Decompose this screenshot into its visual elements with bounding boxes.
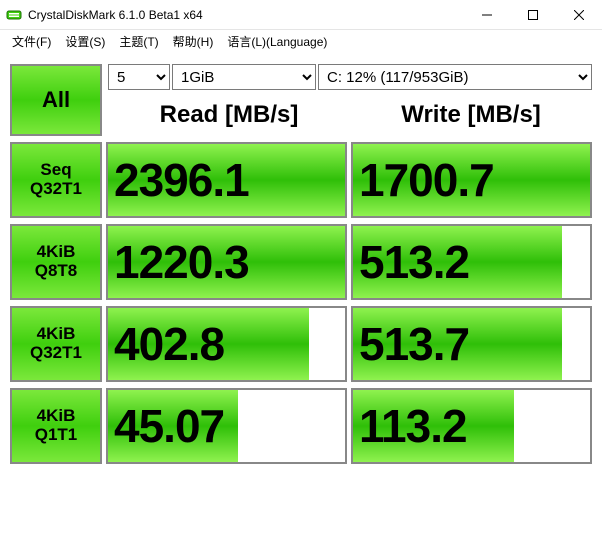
menubar: 文件(F) 设置(S) 主题(T) 帮助(H) 语言(L)(Language) <box>0 30 602 52</box>
test-label-line1: 4KiB <box>37 325 76 344</box>
test-label-line1: 4KiB <box>37 243 76 262</box>
test-label-line2: Q8T8 <box>35 262 78 281</box>
menu-language[interactable]: 语言(L)(Language) <box>221 31 333 52</box>
test-size-select[interactable]: 1GiB <box>172 64 316 90</box>
maximize-button[interactable] <box>510 0 556 29</box>
write-value-box: 113.2 <box>351 388 592 464</box>
test-label-line2: Q32T1 <box>30 344 82 363</box>
window-title: CrystalDiskMark 6.1.0 Beta1 x64 <box>28 8 464 22</box>
test-button-4kib-q1t1[interactable]: 4KiBQ1T1 <box>10 388 102 464</box>
content: All 5 1GiB C: 12% (117/953GiB) Read [MB/… <box>0 52 602 480</box>
selects-row: 5 1GiB C: 12% (117/953GiB) <box>108 64 592 94</box>
write-value: 513.2 <box>353 235 469 289</box>
app-icon <box>6 7 22 23</box>
test-label-line1: Seq <box>40 161 71 180</box>
minimize-button[interactable] <box>464 0 510 29</box>
run-count-select[interactable]: 5 <box>108 64 170 90</box>
close-button[interactable] <box>556 0 602 29</box>
read-header: Read [MB/s] <box>108 101 350 129</box>
headers-row: Read [MB/s] Write [MB/s] <box>108 94 592 136</box>
controls-column: 5 1GiB C: 12% (117/953GiB) Read [MB/s] W… <box>108 64 592 136</box>
read-value: 2396.1 <box>108 153 249 207</box>
benchmark-row: SeqQ32T12396.11700.7 <box>10 142 592 218</box>
write-value: 113.2 <box>353 399 467 453</box>
drive-select[interactable]: C: 12% (117/953GiB) <box>318 64 592 90</box>
read-value-box: 1220.3 <box>106 224 347 300</box>
read-value: 1220.3 <box>108 235 249 289</box>
read-value-box: 2396.1 <box>106 142 347 218</box>
write-value-box: 513.7 <box>351 306 592 382</box>
read-value: 45.07 <box>108 399 224 453</box>
write-value: 1700.7 <box>353 153 494 207</box>
menu-settings[interactable]: 设置(S) <box>59 31 111 52</box>
menu-file[interactable]: 文件(F) <box>6 31 57 52</box>
read-value-box: 402.8 <box>106 306 347 382</box>
titlebar: CrystalDiskMark 6.1.0 Beta1 x64 <box>0 0 602 30</box>
benchmark-row: 4KiBQ1T145.07113.2 <box>10 388 592 464</box>
test-label-line2: Q32T1 <box>30 180 82 199</box>
test-button-4kib-q32t1[interactable]: 4KiBQ32T1 <box>10 306 102 382</box>
benchmark-rows: SeqQ32T12396.11700.74KiBQ8T81220.3513.24… <box>10 142 592 464</box>
write-header: Write [MB/s] <box>350 101 592 129</box>
benchmark-row: 4KiBQ32T1402.8513.7 <box>10 306 592 382</box>
test-label-line2: Q1T1 <box>35 426 78 445</box>
read-value: 402.8 <box>108 317 224 371</box>
read-value-box: 45.07 <box>106 388 347 464</box>
menu-theme[interactable]: 主题(T) <box>113 31 164 52</box>
benchmark-row: 4KiBQ8T81220.3513.2 <box>10 224 592 300</box>
write-value-box: 513.2 <box>351 224 592 300</box>
all-button[interactable]: All <box>10 64 102 136</box>
write-value: 513.7 <box>353 317 469 371</box>
window-controls <box>464 0 602 29</box>
test-button-seq-q32t1[interactable]: SeqQ32T1 <box>10 142 102 218</box>
top-row: All 5 1GiB C: 12% (117/953GiB) Read [MB/… <box>10 64 592 136</box>
test-label-line1: 4KiB <box>37 407 76 426</box>
menu-help[interactable]: 帮助(H) <box>167 31 220 52</box>
write-value-box: 1700.7 <box>351 142 592 218</box>
test-button-4kib-q8t8[interactable]: 4KiBQ8T8 <box>10 224 102 300</box>
